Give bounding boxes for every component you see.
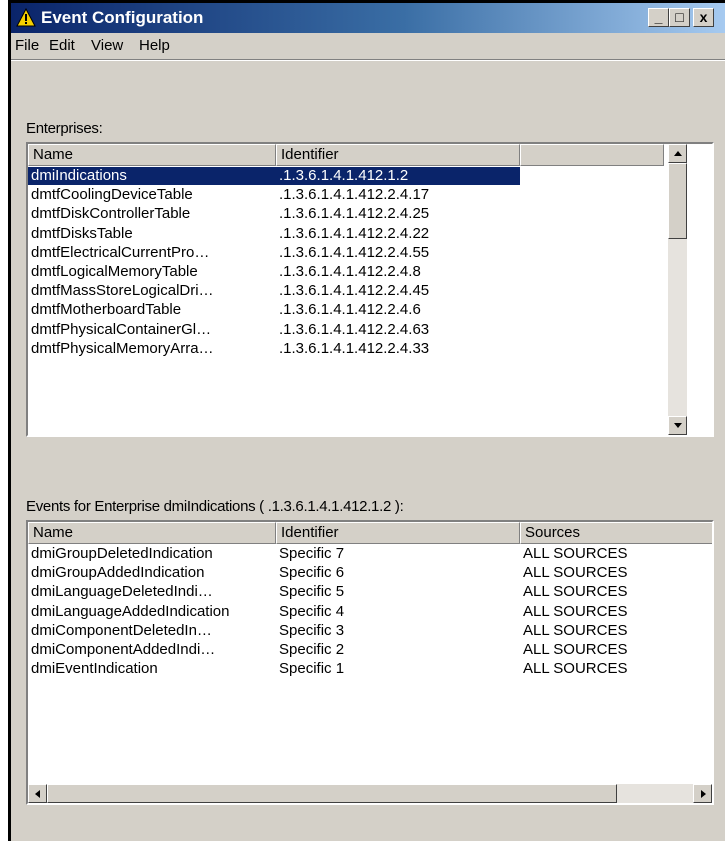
enterprise-row[interactable]: dmtfMotherboardTable .1.3.6.1.4.1.412.2.4… — [28, 301, 668, 319]
column-header-name[interactable]: Name — [28, 522, 276, 544]
events-list[interactable]: Name Identifier Sources dmiGroupDeletedI… — [26, 520, 714, 805]
minimize-icon: _ — [654, 9, 663, 25]
event-row[interactable]: dmiEventIndication Specific 1 ALL SOURCES — [28, 660, 712, 678]
column-header-blank[interactable] — [520, 144, 664, 166]
event-identifier: Specific 5 — [279, 583, 345, 601]
enterprise-name: dmtfElectricalCurrentPro… — [31, 243, 210, 261]
event-name: dmiEventIndication — [31, 660, 158, 678]
enterprise-identifier: .1.3.6.1.4.1.412.2.4.25 — [279, 205, 430, 223]
menu-edit[interactable]: Edit — [49, 37, 75, 54]
event-identifier: Specific 3 — [279, 621, 345, 639]
event-source: ALL SOURCES — [523, 641, 628, 658]
event-configuration-window: Event Configuration _ □ x File Edit View… — [11, 3, 725, 841]
scroll-up-button[interactable] — [668, 144, 687, 163]
event-row[interactable]: dmiGroupDeletedIndication Specific 7 ALL S… — [28, 545, 712, 563]
enterprises-vertical-scrollbar[interactable] — [668, 144, 687, 435]
event-identifier: Specific 2 — [279, 641, 345, 658]
enterprise-name: dmtfMassStoreLogicalDri… — [31, 282, 214, 300]
close-button[interactable]: x — [693, 8, 714, 27]
enterprise-identifier: .1.3.6.1.4.1.412.2.4.22 — [279, 224, 430, 242]
event-row[interactable]: dmiLanguageAddedIndication Specific 4 ALL … — [28, 603, 712, 621]
menu-file[interactable]: File — [15, 37, 39, 54]
event-name: dmiLanguageDeletedIndi… — [31, 583, 213, 601]
event-row[interactable]: dmiComponentAddedIndi… Specific 2 ALL SOUR… — [28, 641, 712, 659]
events-horizontal-scrollbar[interactable] — [28, 784, 712, 803]
enterprise-name: dmtfLogicalMemoryTable — [31, 263, 198, 280]
column-header-name[interactable]: Name — [28, 144, 276, 166]
event-source: ALL SOURCES — [523, 602, 628, 620]
enterprise-row[interactable]: dmtfCoolingDeviceTable .1.3.6.1.4.1.412.2… — [28, 186, 668, 204]
close-icon: x — [699, 9, 708, 25]
maximize-icon: □ — [675, 9, 684, 25]
enterprise-name: dmtfPhysicalContainerGl… — [31, 320, 212, 338]
menu-bar: File Edit View Help — [11, 33, 725, 59]
enterprise-row[interactable]: dmtfDisksTable .1.3.6.1.4.1.412.2.4.22 — [28, 225, 668, 243]
event-identifier: Specific 1 — [279, 660, 345, 678]
enterprise-identifier: .1.3.6.1.4.1.412.2.4.8 — [279, 263, 421, 280]
event-identifier: Specific 6 — [279, 564, 345, 582]
warning-triangle-icon — [16, 8, 36, 27]
enterprise-row[interactable]: dmtfLogicalMemoryTable .1.3.6.1.4.1.412.2… — [28, 263, 668, 281]
scroll-thumb[interactable] — [668, 163, 687, 239]
events-label: Events for Enterprise dmiIndications ( .… — [26, 498, 404, 515]
arrow-up-icon — [674, 151, 682, 156]
event-name: dmiGroupDeletedIndication — [31, 545, 213, 562]
column-header-identifier[interactable]: Identifier — [276, 144, 520, 166]
enterprises-label: Enterprises: — [26, 120, 103, 137]
column-header-sources[interactable]: Sources — [520, 522, 712, 544]
enterprise-identifier: .1.3.6.1.4.1.412.2.4.33 — [279, 339, 430, 357]
arrow-left-icon — [35, 790, 40, 798]
event-source: ALL SOURCES — [523, 583, 628, 601]
enterprise-name: dmtfDiskControllerTable — [31, 205, 191, 223]
enterprise-row[interactable]: dmtfPhysicalMemoryArra… .1.3.6.1.4.1.412.… — [28, 340, 668, 358]
event-row[interactable]: dmiGroupAddedIndication Specific 6 ALL SOU… — [28, 564, 712, 582]
maximize-button[interactable]: □ — [669, 8, 690, 27]
enterprise-row[interactable]: dmtfMassStoreLogicalDri… .1.3.6.1.4.1.412… — [28, 282, 668, 300]
minimize-button[interactable]: _ — [648, 8, 669, 27]
enterprises-list[interactable]: Name Identifier dmiIndications .1.3.6.1.4… — [26, 142, 714, 437]
event-name: dmiComponentDeletedIn… — [31, 621, 212, 639]
arrow-right-icon — [701, 790, 706, 798]
title-bar[interactable]: Event Configuration _ □ x — [11, 3, 725, 33]
enterprise-name: dmtfMotherboardTable — [31, 301, 182, 319]
event-row[interactable]: dmiComponentDeletedIn… Specific 3 ALL SOUR… — [28, 622, 712, 640]
event-row[interactable]: dmiLanguageDeletedIndi… Specific 5 ALL SOU… — [28, 583, 712, 601]
event-identifier: Specific 4 — [279, 602, 345, 620]
enterprise-identifier: .1.3.6.1.4.1.412.2.4.17 — [279, 186, 430, 204]
menu-view[interactable]: View — [91, 37, 123, 54]
scroll-left-button[interactable] — [28, 784, 47, 803]
enterprise-row[interactable]: dmtfPhysicalContainerGl… .1.3.6.1.4.1.412… — [28, 321, 668, 339]
event-identifier: Specific 7 — [279, 545, 345, 562]
event-name: dmiComponentAddedIndi… — [31, 641, 216, 658]
enterprise-name: dmiIndications — [28, 167, 276, 185]
horizontal-scroll-thumb[interactable] — [47, 784, 617, 803]
enterprise-row[interactable]: dmiIndications .1.3.6.1.4.1.412.1.2 — [28, 167, 668, 185]
arrow-down-icon — [674, 423, 682, 428]
event-name: dmiLanguageAddedIndication — [31, 602, 230, 620]
enterprise-row[interactable]: dmtfDiskControllerTable .1.3.6.1.4.1.412.… — [28, 205, 668, 223]
enterprise-identifier: .1.3.6.1.4.1.412.2.4.55 — [279, 243, 430, 261]
enterprise-row[interactable]: dmtfElectricalCurrentPro… .1.3.6.1.4.1.41… — [28, 244, 668, 262]
event-source: ALL SOURCES — [523, 660, 628, 678]
column-header-identifier[interactable]: Identifier — [276, 522, 520, 544]
enterprise-identifier: .1.3.6.1.4.1.412.2.4.63 — [279, 320, 430, 338]
scroll-down-button[interactable] — [668, 416, 687, 435]
scroll-right-button[interactable] — [693, 784, 712, 803]
event-name: dmiGroupAddedIndication — [31, 564, 205, 582]
enterprise-name: dmtfCoolingDeviceTable — [31, 186, 193, 204]
window-title: Event Configuration — [41, 8, 204, 27]
menu-separator — [11, 59, 725, 61]
event-source: ALL SOURCES — [523, 621, 628, 639]
enterprise-identifier: .1.3.6.1.4.1.412.2.4.6 — [279, 301, 421, 319]
enterprise-identifier: .1.3.6.1.4.1.412.1.2 — [276, 167, 520, 185]
event-source: ALL SOURCES — [523, 564, 628, 582]
event-source: ALL SOURCES — [523, 545, 628, 562]
enterprise-name: dmtfDisksTable — [31, 224, 133, 242]
enterprise-name: dmtfPhysicalMemoryArra… — [31, 339, 214, 357]
enterprise-identifier: .1.3.6.1.4.1.412.2.4.45 — [279, 282, 430, 300]
menu-help[interactable]: Help — [139, 37, 170, 54]
